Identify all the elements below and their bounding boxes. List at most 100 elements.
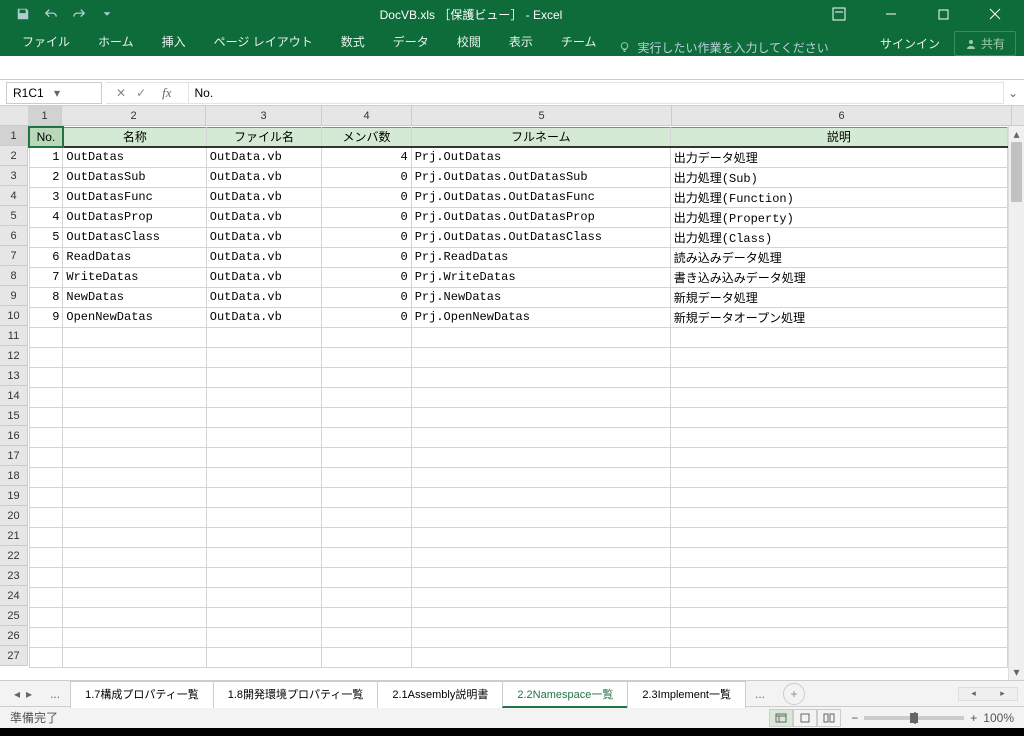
sheet-tab[interactable]: 2.2Namespace一覧 [502,681,628,708]
name-box[interactable]: R1C1 ▾ [6,82,102,104]
header-fullname[interactable]: フルネーム [411,127,670,147]
cell-file[interactable]: OutData.vb [206,307,321,327]
table-row[interactable] [29,507,1008,527]
table-row[interactable]: 4OutDatasPropOutData.vb0Prj.OutDatas.Out… [29,207,1008,227]
row-header-8[interactable]: 8 [0,266,28,286]
row-header-4[interactable]: 4 [0,186,28,206]
row-header-1[interactable]: 1 [0,126,28,146]
zoom-slider[interactable] [864,716,964,720]
table-row[interactable]: 1OutDatasOutData.vb4Prj.OutDatas出力データ処理 [29,147,1008,167]
cell-no[interactable]: 5 [29,227,63,247]
sheet-tab[interactable]: 1.8開発環境プロパティ一覧 [213,681,379,708]
cell-name[interactable]: OutDatasClass [63,227,206,247]
tab-nav-first[interactable]: ◂ [14,687,20,701]
scroll-down-button[interactable]: ▾ [1009,664,1024,680]
maximize-button[interactable] [926,3,960,25]
table-row[interactable] [29,367,1008,387]
scroll-up-button[interactable]: ▴ [1009,126,1024,142]
row-header-3[interactable]: 3 [0,166,28,186]
cell-name[interactable]: ReadDatas [63,247,206,267]
table-row[interactable] [29,347,1008,367]
close-button[interactable] [978,3,1012,25]
zoom-out-button[interactable]: − [851,711,858,725]
pagelayout-view-button[interactable] [793,709,817,727]
table-row[interactable] [29,427,1008,447]
add-sheet-button[interactable]: + [783,683,805,705]
cell-desc[interactable]: 出力処理(Sub) [670,167,1007,187]
cell-members[interactable]: 0 [322,287,412,307]
cell-file[interactable]: OutData.vb [206,207,321,227]
share-button[interactable]: 共有 [954,31,1016,56]
cell-fullname[interactable]: Prj.OutDatas.OutDatasClass [411,227,670,247]
tab-insert[interactable]: 挿入 [148,27,200,56]
sheet-tab[interactable]: 2.1Assembly説明書 [377,681,503,708]
cancel-formula-button[interactable]: ✕ [116,86,126,100]
cell-name[interactable]: OutDatasFunc [63,187,206,207]
cell-desc[interactable]: 出力処理(Class) [670,227,1007,247]
cell-members[interactable]: 0 [322,167,412,187]
cell-members[interactable]: 0 [322,307,412,327]
ribbon-options-button[interactable] [822,3,856,25]
formula-input[interactable]: No. [189,82,1004,104]
table-row[interactable] [29,487,1008,507]
zoom-in-button[interactable]: + [970,711,977,725]
row-header-18[interactable]: 18 [0,466,28,486]
cell-members[interactable]: 0 [322,187,412,207]
cell-name[interactable]: WriteDatas [63,267,206,287]
table-row[interactable]: 6ReadDatasOutData.vb0Prj.ReadDatas読み込みデー… [29,247,1008,267]
tab-team[interactable]: チーム [547,27,611,56]
qat-customize[interactable] [94,3,120,25]
cell-name[interactable]: OutDatasSub [63,167,206,187]
col-header-4[interactable]: 4 [322,106,412,125]
row-header-23[interactable]: 23 [0,566,28,586]
cell-fullname[interactable]: Prj.OutDatas.OutDatasSub [411,167,670,187]
cell-name[interactable]: OpenNewDatas [63,307,206,327]
row-header-15[interactable]: 15 [0,406,28,426]
table-row[interactable]: 9OpenNewDatasOutData.vb0Prj.OpenNewDatas… [29,307,1008,327]
cell-file[interactable]: OutData.vb [206,287,321,307]
row-header-9[interactable]: 9 [0,286,28,306]
header-file[interactable]: ファイル名 [206,127,321,147]
cell-no[interactable]: 2 [29,167,63,187]
row-header-10[interactable]: 10 [0,306,28,326]
horizontal-scrollbar[interactable]: ◂▸ [958,687,1018,701]
redo-button[interactable] [66,3,92,25]
table-row[interactable] [29,527,1008,547]
row-header-20[interactable]: 20 [0,506,28,526]
row-header-16[interactable]: 16 [0,426,28,446]
cell-name[interactable]: NewDatas [63,287,206,307]
cell-desc[interactable]: 新規データオープン処理 [670,307,1007,327]
tabs-overflow-right[interactable]: ... [745,687,775,701]
cell-members[interactable]: 0 [322,227,412,247]
tab-file[interactable]: ファイル [8,27,84,56]
sheet-tab[interactable]: 2.3Implement一覧 [627,681,746,708]
cell-desc[interactable]: 出力処理(Function) [670,187,1007,207]
header-no[interactable]: No. [29,127,63,147]
tell-me-search[interactable]: 実行したい作業を入力してください [618,39,828,56]
tab-formulas[interactable]: 数式 [327,27,379,56]
save-button[interactable] [10,3,36,25]
col-header-5[interactable]: 5 [412,106,672,125]
row-header-6[interactable]: 6 [0,226,28,246]
tab-nav-prev[interactable]: ▸ [26,687,32,701]
table-row[interactable] [29,607,1008,627]
cell-file[interactable]: OutData.vb [206,147,321,167]
cell-file[interactable]: OutData.vb [206,247,321,267]
cell-file[interactable]: OutData.vb [206,227,321,247]
tab-view[interactable]: 表示 [495,27,547,56]
signin-link[interactable]: サインイン [880,35,940,52]
cell-desc[interactable]: 読み込みデータ処理 [670,247,1007,267]
row-header-26[interactable]: 26 [0,626,28,646]
row-header-2[interactable]: 2 [0,146,28,166]
chevron-down-icon[interactable]: ▾ [54,86,95,100]
row-header-24[interactable]: 24 [0,586,28,606]
table-row[interactable]: 7WriteDatasOutData.vb0Prj.WriteDatas書き込み… [29,267,1008,287]
table-row[interactable] [29,567,1008,587]
normal-view-button[interactable] [769,709,793,727]
header-name[interactable]: 名称 [63,127,206,147]
cell-desc[interactable]: 出力データ処理 [670,147,1007,167]
row-header-11[interactable]: 11 [0,326,28,346]
cell-fullname[interactable]: Prj.OutDatas [411,147,670,167]
table-row[interactable] [29,627,1008,647]
table-row[interactable] [29,407,1008,427]
